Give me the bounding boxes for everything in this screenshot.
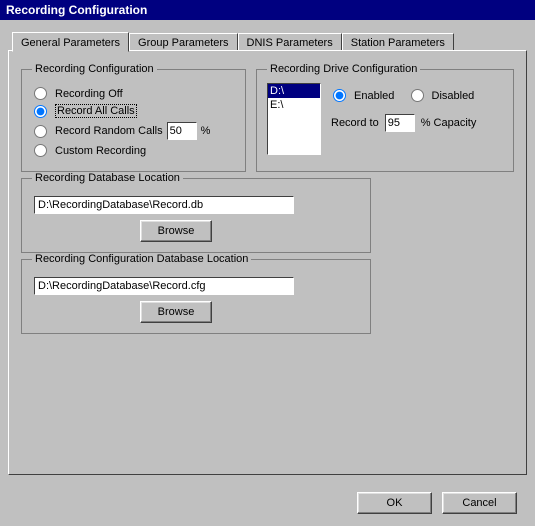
tab-panel-general: Recording Configuration Recording Off Re… <box>8 50 527 475</box>
drive-disabled-label: Disabled <box>432 90 475 102</box>
drive-disabled-radio[interactable] <box>411 89 424 102</box>
custom-recording-label: Custom Recording <box>55 145 146 157</box>
tab-general-parameters[interactable]: General Parameters <box>12 32 129 52</box>
dialog-buttons: OK Cancel <box>357 492 517 514</box>
drive-listbox[interactable]: D:\ E:\ <box>267 83 321 155</box>
recording-drive-configuration-legend: Recording Drive Configuration <box>267 63 420 75</box>
ok-button[interactable]: OK <box>357 492 432 514</box>
tab-strip: General Parameters Group Parameters DNIS… <box>8 30 527 50</box>
recording-config-database-location-legend: Recording Configuration Database Locatio… <box>32 253 251 265</box>
record-all-calls-radio[interactable] <box>34 105 47 118</box>
recording-off-label: Recording Off <box>55 88 123 100</box>
record-to-label: Record to <box>331 117 379 129</box>
recording-config-database-browse-button[interactable]: Browse <box>140 301 212 323</box>
record-random-percent-input[interactable] <box>167 122 197 140</box>
recording-config-database-path-input[interactable] <box>34 277 294 295</box>
recording-configuration-group: Recording Configuration Recording Off Re… <box>21 63 246 172</box>
drive-item-e[interactable]: E:\ <box>268 98 320 112</box>
window-body: General Parameters Group Parameters DNIS… <box>0 20 535 526</box>
title-bar: Recording Configuration <box>0 0 535 20</box>
window-title: Recording Configuration <box>6 3 147 17</box>
record-random-calls-radio[interactable] <box>34 125 47 138</box>
recording-database-path-input[interactable] <box>34 196 294 214</box>
percent-symbol: % <box>201 125 211 137</box>
custom-recording-radio[interactable] <box>34 144 47 157</box>
recording-database-browse-button[interactable]: Browse <box>140 220 212 242</box>
record-all-calls-label: Record All Calls <box>55 104 137 118</box>
record-to-capacity-input[interactable] <box>385 114 415 132</box>
record-random-calls-label: Record Random Calls <box>55 125 163 137</box>
recording-drive-configuration-group: Recording Drive Configuration D:\ E:\ En… <box>256 63 514 172</box>
recording-configuration-legend: Recording Configuration <box>32 63 157 75</box>
drive-enabled-radio[interactable] <box>333 89 346 102</box>
recording-off-radio[interactable] <box>34 87 47 100</box>
drive-item-d[interactable]: D:\ <box>268 84 320 98</box>
capacity-suffix-label: % Capacity <box>421 117 477 129</box>
drive-enabled-label: Enabled <box>354 90 394 102</box>
recording-config-database-location-group: Recording Configuration Database Locatio… <box>21 253 371 334</box>
cancel-button[interactable]: Cancel <box>442 492 517 514</box>
recording-database-location-legend: Recording Database Location <box>32 172 183 184</box>
recording-database-location-group: Recording Database Location Browse <box>21 172 371 253</box>
